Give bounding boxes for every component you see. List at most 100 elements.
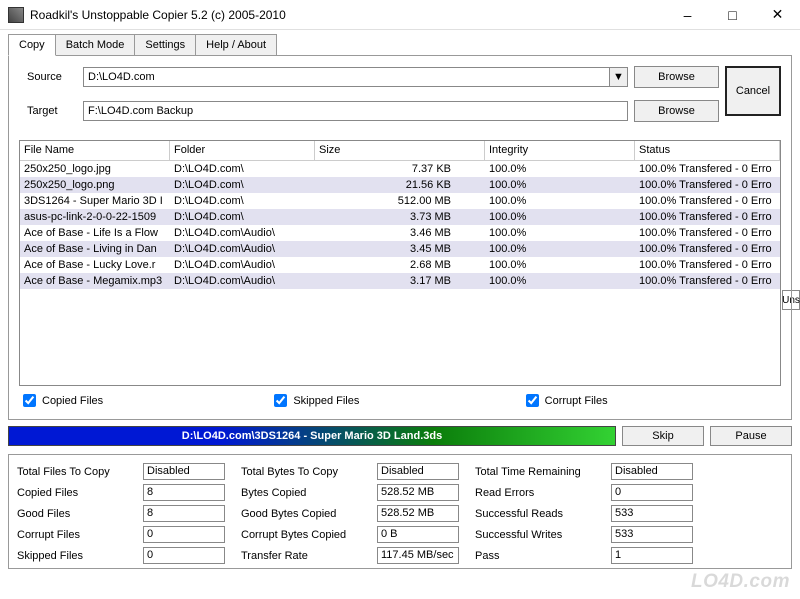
- check-copied-files[interactable]: Copied Files: [23, 394, 274, 407]
- tab-batch-mode[interactable]: Batch Mode: [55, 34, 136, 56]
- lbl-read-errors: Read Errors: [475, 487, 595, 499]
- lbl-total-bytes: Total Bytes To Copy: [241, 466, 361, 478]
- val-succ-reads: 533: [611, 505, 693, 522]
- cell-integ: 100.0%: [485, 275, 635, 287]
- cell-size: 512.00 MB: [315, 195, 485, 207]
- cell-folder: D:\LO4D.com\: [170, 211, 315, 223]
- target-value: F:\LO4D.com Backup: [84, 105, 627, 117]
- titlebar: Roadkil's Unstoppable Copier 5.2 (c) 200…: [0, 0, 800, 30]
- cell-folder: D:\LO4D.com\: [170, 179, 315, 191]
- lbl-good-files: Good Files: [17, 508, 127, 520]
- table-row[interactable]: 3DS1264 - Super Mario 3D ID:\LO4D.com\51…: [20, 193, 780, 209]
- cell-integ: 100.0%: [485, 163, 635, 175]
- window-title: Roadkil's Unstoppable Copier 5.2 (c) 200…: [30, 8, 665, 22]
- cell-folder: D:\LO4D.com\Audio\: [170, 227, 315, 239]
- cell-integ: 100.0%: [485, 227, 635, 239]
- target-input[interactable]: F:\LO4D.com Backup: [83, 101, 628, 121]
- tab-settings[interactable]: Settings: [134, 34, 196, 56]
- lbl-succ-writes: Successful Writes: [475, 529, 595, 541]
- dropdown-arrow-icon[interactable]: ▼: [609, 68, 627, 86]
- cell-folder: D:\LO4D.com\Audio\: [170, 243, 315, 255]
- source-label: Source: [19, 71, 77, 83]
- target-label: Target: [19, 105, 77, 117]
- table-row[interactable]: Ace of Base - Megamix.mp3D:\LO4D.com\Aud…: [20, 273, 780, 289]
- copy-panel: Source D:\LO4D.com ▼ Browse Target F:\LO…: [8, 55, 792, 420]
- cancel-button[interactable]: Cancel: [725, 66, 781, 116]
- lbl-pass: Pass: [475, 550, 595, 562]
- cell-name: 3DS1264 - Super Mario 3D I: [20, 195, 170, 207]
- val-read-errors: 0: [611, 484, 693, 501]
- source-dropdown[interactable]: D:\LO4D.com ▼: [83, 67, 628, 87]
- check-skipped-files-box[interactable]: [274, 394, 287, 407]
- cell-size: 3.45 MB: [315, 243, 485, 255]
- check-corrupt-files-box[interactable]: [526, 394, 539, 407]
- cell-size: 2.68 MB: [315, 259, 485, 271]
- table-row[interactable]: Ace of Base - Living in DanD:\LO4D.com\A…: [20, 241, 780, 257]
- check-corrupt-files[interactable]: Corrupt Files: [526, 394, 777, 407]
- col-size[interactable]: Size: [315, 141, 485, 160]
- val-succ-writes: 533: [611, 526, 693, 543]
- val-good-bytes: 528.52 MB: [377, 505, 459, 522]
- table-row[interactable]: Ace of Base - Life Is a FlowD:\LO4D.com\…: [20, 225, 780, 241]
- cell-size: 7.37 KB: [315, 163, 485, 175]
- lbl-corrupt-files: Corrupt Files: [17, 529, 127, 541]
- lbl-transfer-rate: Transfer Rate: [241, 550, 361, 562]
- val-time-remaining: Disabled: [611, 463, 693, 480]
- check-copied-label: Copied Files: [42, 395, 103, 407]
- tab-copy[interactable]: Copy: [8, 34, 56, 56]
- table-row[interactable]: Ace of Base - Lucky Love.rD:\LO4D.com\Au…: [20, 257, 780, 273]
- cell-folder: D:\LO4D.com\: [170, 195, 315, 207]
- stats-panel: Total Files To Copy Disabled Total Bytes…: [8, 454, 792, 569]
- col-integrity[interactable]: Integrity: [485, 141, 635, 160]
- val-good-files: 8: [143, 505, 225, 522]
- col-folder[interactable]: Folder: [170, 141, 315, 160]
- check-copied-files-box[interactable]: [23, 394, 36, 407]
- cell-name: Ace of Base - Living in Dan: [20, 243, 170, 255]
- browse-source-button[interactable]: Browse: [634, 66, 719, 88]
- watermark: LO4D.com: [691, 571, 790, 593]
- lbl-copied-files: Copied Files: [17, 487, 127, 499]
- progress-bar: D:\LO4D.com\3DS1264 - Super Mario 3D Lan…: [8, 426, 616, 446]
- cell-status: 100.0% Transfered - 0 Erro: [635, 259, 780, 271]
- lbl-good-bytes: Good Bytes Copied: [241, 508, 361, 520]
- cell-status: 100.0% Transfered - 0 Erro: [635, 227, 780, 239]
- lbl-succ-reads: Successful Reads: [475, 508, 595, 520]
- minimize-button[interactable]: –: [665, 0, 710, 29]
- maximize-button[interactable]: □: [710, 0, 755, 29]
- progress-area: D:\LO4D.com\3DS1264 - Super Mario 3D Lan…: [8, 426, 792, 446]
- tab-help-about[interactable]: Help / About: [195, 34, 277, 56]
- cell-status: 100.0% Transfered - 0 Erro: [635, 163, 780, 175]
- col-file-name[interactable]: File Name: [20, 141, 170, 160]
- val-total-bytes: Disabled: [377, 463, 459, 480]
- source-value: D:\LO4D.com: [84, 71, 609, 83]
- table-row[interactable]: asus-pc-link-2-0-0-22-1509D:\LO4D.com\3.…: [20, 209, 780, 225]
- skip-button[interactable]: Skip: [622, 426, 704, 446]
- table-row[interactable]: 250x250_logo.pngD:\LO4D.com\21.56 KB100.…: [20, 177, 780, 193]
- val-pass: 1: [611, 547, 693, 564]
- col-status[interactable]: Status: [635, 141, 780, 160]
- val-skipped-files: 0: [143, 547, 225, 564]
- close-button[interactable]: ✕: [755, 0, 800, 29]
- val-corrupt-files: 0: [143, 526, 225, 543]
- table-header: File Name Folder Size Integrity Status: [20, 141, 780, 161]
- cell-name: Ace of Base - Megamix.mp3: [20, 275, 170, 287]
- cell-integ: 100.0%: [485, 195, 635, 207]
- cell-folder: D:\LO4D.com\: [170, 163, 315, 175]
- filter-checks: Copied Files Skipped Files Corrupt Files: [19, 392, 781, 409]
- table-row[interactable]: 250x250_logo.jpgD:\LO4D.com\7.37 KB100.0…: [20, 161, 780, 177]
- cell-integ: 100.0%: [485, 259, 635, 271]
- cell-name: Ace of Base - Lucky Love.r: [20, 259, 170, 271]
- check-skipped-files[interactable]: Skipped Files: [274, 394, 525, 407]
- cell-status: 100.0% Transfered - 0 Erro: [635, 195, 780, 207]
- browse-target-button[interactable]: Browse: [634, 100, 719, 122]
- pause-button[interactable]: Pause: [710, 426, 792, 446]
- tab-strip: Copy Batch Mode Settings Help / About: [8, 34, 792, 56]
- val-copied-files: 8: [143, 484, 225, 501]
- val-bytes-copied: 528.52 MB: [377, 484, 459, 501]
- cell-integ: 100.0%: [485, 243, 635, 255]
- app-icon: [8, 7, 24, 23]
- lbl-time-remaining: Total Time Remaining: [475, 466, 595, 478]
- cell-size: 3.46 MB: [315, 227, 485, 239]
- cell-name: 250x250_logo.png: [20, 179, 170, 191]
- cell-name: Ace of Base - Life Is a Flow: [20, 227, 170, 239]
